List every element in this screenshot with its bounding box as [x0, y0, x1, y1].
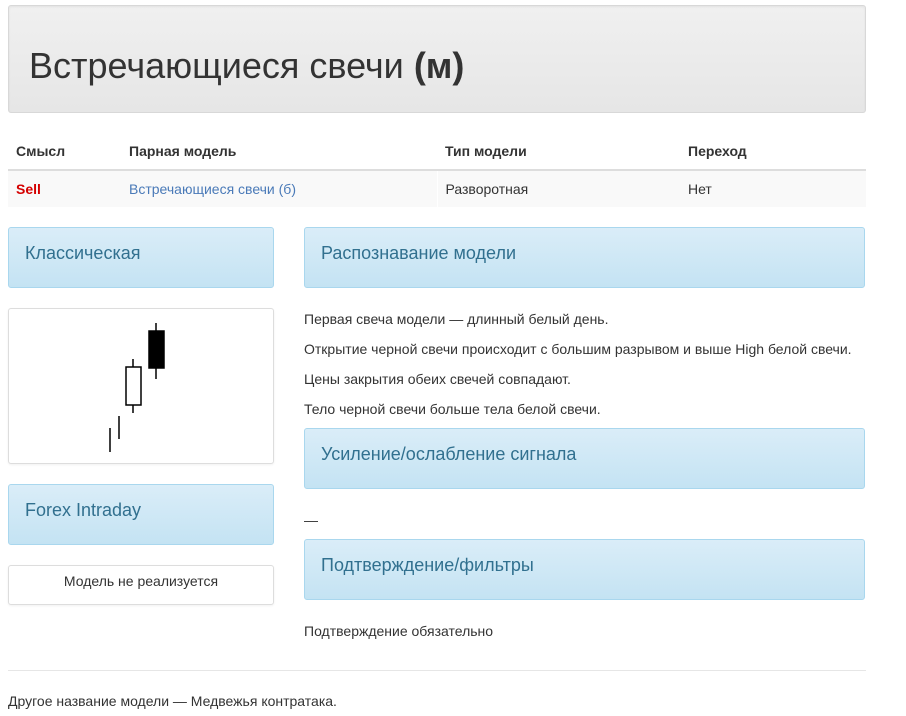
signal-value: Sell: [16, 181, 41, 197]
candle-body-black: [148, 330, 165, 369]
column-header-transition: Переход: [680, 133, 866, 171]
column-header-meaning: Смысл: [8, 133, 121, 171]
footer-divider: [8, 670, 866, 671]
pattern-chart-box: [8, 308, 274, 464]
page-title-suffix: (м): [413, 45, 465, 86]
alt-name-text: Другое название модели — Медвежья контра…: [8, 693, 337, 709]
page-title-main: Встречающиеся свечи: [29, 45, 404, 86]
pair-model-cell: Встречающиеся свечи (б): [121, 170, 437, 207]
column-header-model-type: Тип модели: [437, 133, 680, 171]
classic-panel-title: Классическая: [25, 243, 141, 263]
transition-cell: Нет: [680, 170, 866, 207]
table-header-row: Смысл Парная модель Тип модели Переход: [8, 133, 866, 171]
classic-panel-heading: Классическая: [8, 227, 274, 288]
forex-note-text: Модель не реализуется: [63, 573, 219, 589]
recognition-line-2: Открытие черной свечи происходит с больш…: [304, 341, 852, 357]
signal-cell: Sell: [8, 170, 121, 207]
forex-panel-title: Forex Intraday: [25, 500, 142, 520]
signal-panel-heading: Усиление/ослабление сигнала: [304, 428, 865, 489]
confirm-panel-heading: Подтверждение/фильтры: [304, 539, 865, 600]
recognition-line-4: Тело черной свечи больше тела белой свеч…: [304, 401, 601, 417]
recognition-panel-heading: Распознавание модели: [304, 227, 865, 288]
model-meta-table: Смысл Парная модель Тип модели Переход S…: [8, 133, 866, 207]
page-header: Встречающиеся свечи (м): [8, 5, 866, 113]
pair-model-link[interactable]: Встречающиеся свечи (б): [129, 181, 296, 197]
signal-text: —: [304, 512, 318, 528]
column-header-pair-model: Парная модель: [121, 133, 437, 171]
recognition-panel-title: Распознавание модели: [321, 243, 517, 263]
recognition-line-3: Цены закрытия обеих свечей совпадают.: [304, 371, 571, 387]
page-title: Встречающиеся свечи (м): [29, 44, 464, 88]
candle-body-white: [125, 366, 142, 406]
table-row: Sell Встречающиеся свечи (б) Разворотная…: [8, 170, 866, 207]
forex-panel-heading: Forex Intraday: [8, 484, 274, 545]
signal-panel-title: Усиление/ослабление сигнала: [321, 444, 577, 464]
candlestick-pattern-icon: [109, 323, 165, 452]
forex-note-box: Модель не реализуется: [8, 565, 274, 605]
confirm-panel-title: Подтверждение/фильтры: [321, 555, 534, 575]
model-type-cell: Разворотная: [436, 170, 680, 207]
confirm-text: Подтверждение обязательно: [304, 623, 494, 639]
recognition-line-1: Первая свеча модели — длинный белый день…: [304, 311, 609, 327]
